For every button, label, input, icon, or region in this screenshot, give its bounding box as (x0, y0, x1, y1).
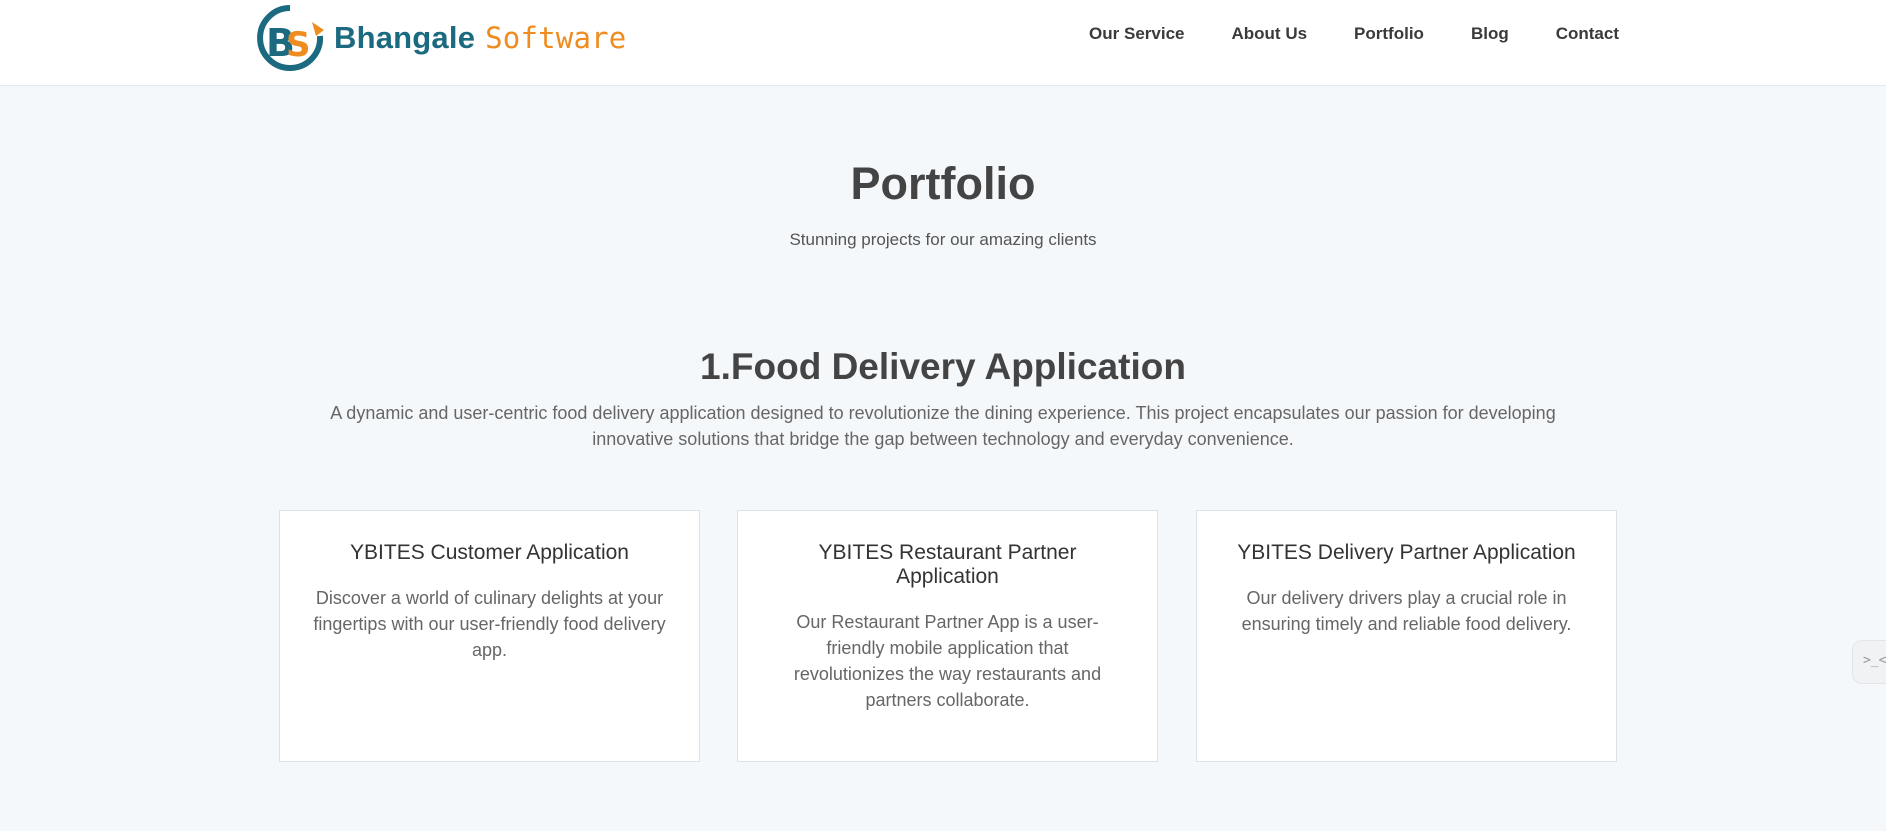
logo-mark-icon: B S (257, 5, 324, 71)
project-card-restaurant-partner[interactable]: YBITES Restaurant Partner Application Ou… (737, 510, 1158, 762)
site-logo[interactable]: B S Bhangale Software (252, 2, 626, 74)
nav-portfolio[interactable]: Portfolio (1354, 24, 1424, 44)
brand-primary: Bhangale (334, 20, 476, 55)
card-title: YBITES Delivery Partner Application (1237, 541, 1576, 564)
card-title: YBITES Customer Application (350, 541, 629, 564)
card-text: Our Restaurant Partner App is a user-fri… (793, 612, 1102, 710)
site-header: B S Bhangale Software Our Service About U… (0, 0, 1886, 86)
project-card-customer[interactable]: YBITES Customer Application Discover a w… (279, 510, 700, 762)
nav-contact[interactable]: Contact (1556, 24, 1619, 44)
nav-about-us[interactable]: About Us (1232, 24, 1308, 44)
svg-text:S: S (286, 25, 311, 65)
brand-name: Bhangale Software (334, 20, 626, 56)
card-title: YBITES Restaurant Partner Application (818, 541, 1077, 588)
nav-our-service[interactable]: Our Service (1089, 24, 1184, 44)
main-nav: Our Service About Us Portfolio Blog Cont… (1042, 24, 1619, 44)
brand-secondary: Software (485, 21, 627, 55)
nav-blog[interactable]: Blog (1471, 24, 1509, 44)
page-title: Portfolio (850, 158, 1036, 209)
card-text: Our delivery drivers play a crucial role… (1241, 588, 1572, 634)
code-icon: >_< (1863, 653, 1886, 668)
section-title: 1.Food Delivery Application (700, 346, 1186, 387)
side-widget-tab[interactable]: >_< (1852, 640, 1886, 684)
card-text: Discover a world of culinary delights at… (313, 588, 666, 660)
project-card-delivery-partner[interactable]: YBITES Delivery Partner Application Our … (1196, 510, 1617, 762)
section-description: A dynamic and user-centric food delivery… (330, 403, 1556, 449)
page-subtitle: Stunning projects for our amazing client… (789, 230, 1097, 249)
